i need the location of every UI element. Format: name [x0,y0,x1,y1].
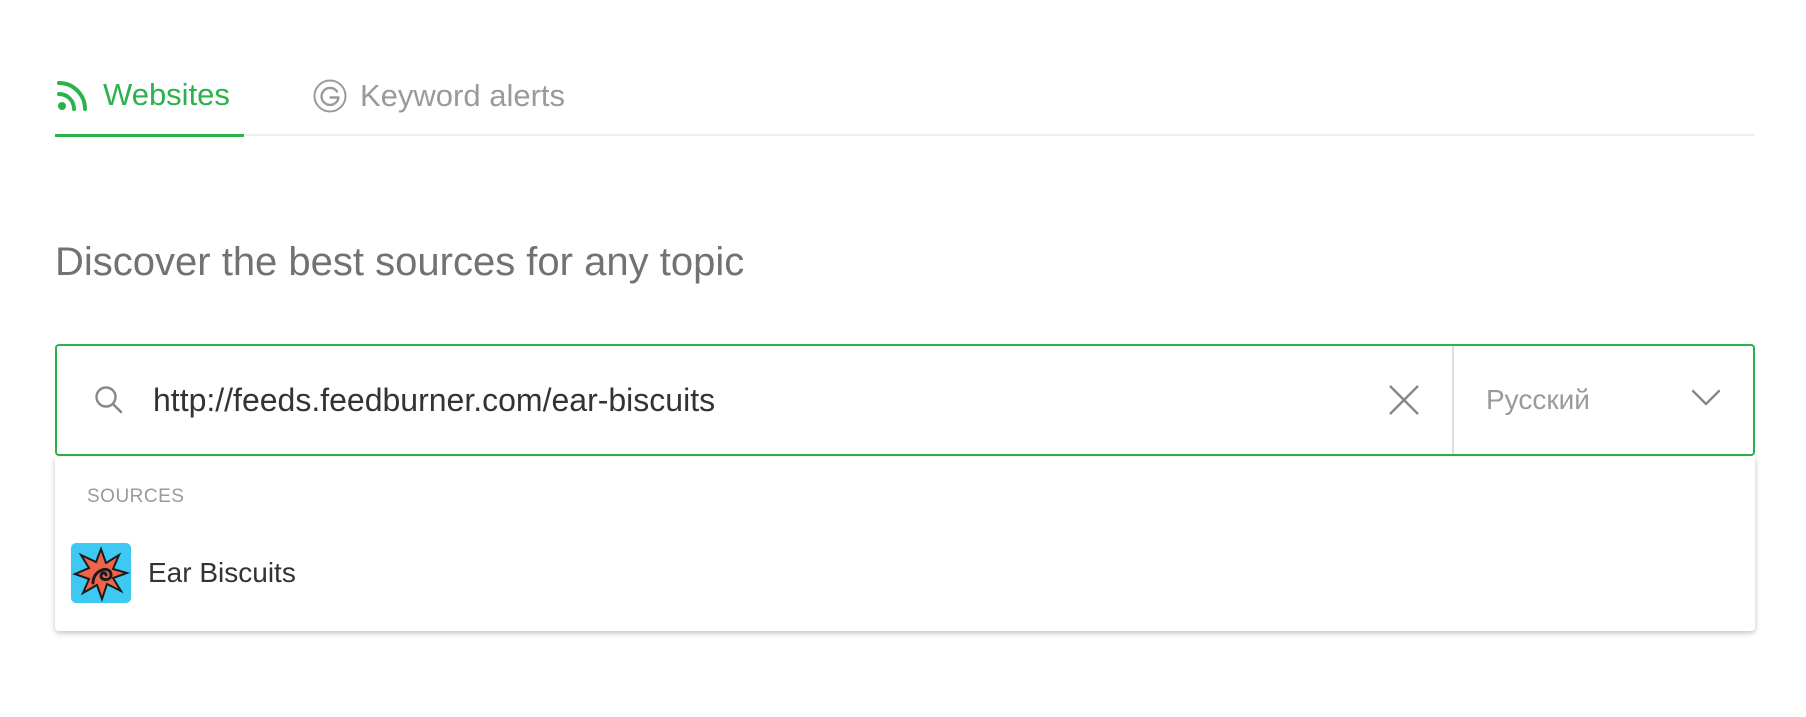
search-suggestions-dropdown: SOURCES Ear Biscuits [55,457,1755,631]
sources-section-label: SOURCES [87,486,185,507]
tab-websites[interactable]: Websites [55,60,244,137]
rss-icon [55,77,91,113]
search-input[interactable] [153,346,1384,454]
clear-search-button[interactable] [1384,380,1424,420]
google-icon [312,78,348,114]
source-item-name: Ear Biscuits [148,557,296,588]
language-select[interactable]: Русский [1452,346,1753,454]
search-bar: Русский [55,344,1755,456]
ear-biscuits-logo [71,543,131,603]
page: Websites Keyword alerts Discover the bes… [0,0,1806,717]
tab-keyword-alerts[interactable]: Keyword alerts [312,60,565,136]
tab-websites-label: Websites [103,77,230,112]
search-icon [91,382,127,418]
page-heading: Discover the best sources for any topic [55,240,745,284]
language-selected-value: Русский [1486,384,1590,415]
source-item[interactable]: Ear Biscuits [55,533,1755,613]
tab-keyword-alerts-label: Keyword alerts [360,78,566,113]
chevron-down-icon [1691,389,1721,412]
close-icon [1389,385,1419,415]
tab-bar: Websites Keyword alerts [55,60,1755,137]
